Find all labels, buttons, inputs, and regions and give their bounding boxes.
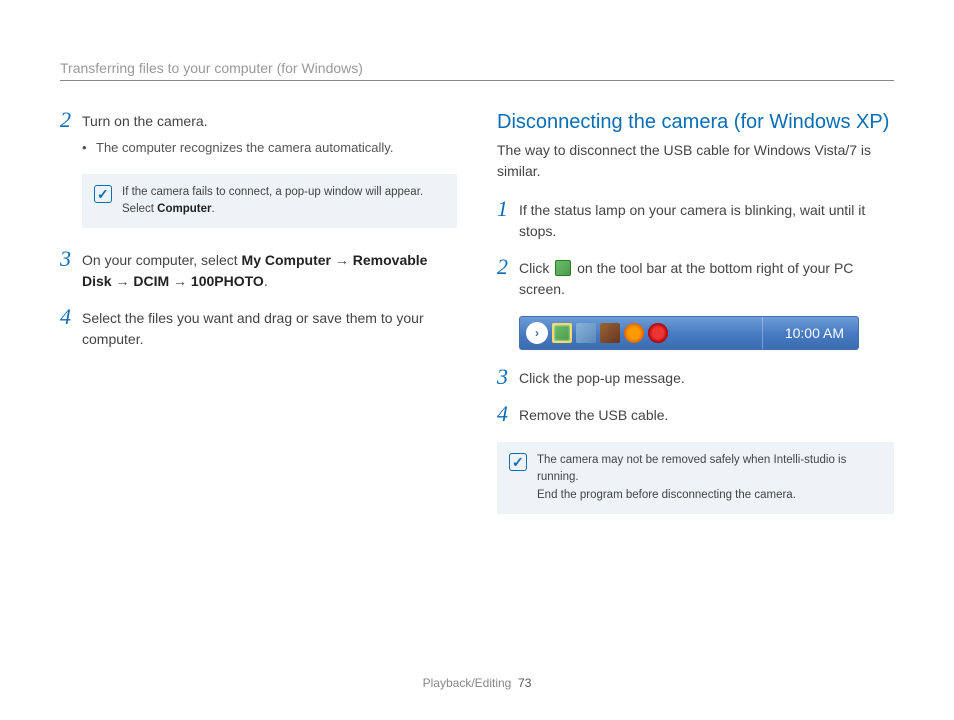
- safely-remove-icon: [555, 260, 571, 276]
- taskbar-screenshot: › 10:00 AM: [519, 316, 859, 350]
- r-s2-a: Click: [519, 260, 553, 276]
- note-box-right: The camera may not be removed safely whe…: [497, 442, 894, 514]
- r-step-3: 3 Click the pop-up message.: [497, 368, 894, 389]
- note-text: The camera may not be removed safely whe…: [537, 452, 882, 504]
- s3-a: On your computer, select: [82, 252, 242, 268]
- page-footer: Playback/Editing 73: [0, 676, 954, 690]
- note-line1: If the camera fails to connect, a pop-up…: [122, 186, 423, 198]
- step-text: Click the pop-up message.: [519, 368, 894, 389]
- step-number: 1: [497, 198, 519, 220]
- s3-b4: 100PHOTO: [191, 273, 264, 289]
- tray-icon-3: [624, 323, 644, 343]
- note-icon: [509, 453, 527, 471]
- step-number: 3: [497, 366, 519, 388]
- content-columns: 2 Turn on the camera. • The computer rec…: [60, 111, 894, 536]
- r-note-l1: The camera may not be removed safely whe…: [537, 454, 846, 483]
- left-column: 2 Turn on the camera. • The computer rec…: [60, 111, 457, 536]
- s3-b3: DCIM: [133, 273, 169, 289]
- step-text: If the status lamp on your camera is bli…: [519, 200, 894, 242]
- section-title: Disconnecting the camera (for Windows XP…: [497, 111, 894, 134]
- tray-icons: [552, 323, 668, 343]
- step-number: 2: [60, 109, 82, 131]
- r-step-4: 4 Remove the USB cable.: [497, 405, 894, 426]
- note-bold: Computer: [157, 203, 211, 215]
- section-subtitle: The way to disconnect the USB cable for …: [497, 140, 894, 182]
- step-text: Turn on the camera. • The computer recog…: [82, 111, 457, 158]
- step-number: 4: [60, 306, 82, 328]
- r-note-l2: End the program before disconnecting the…: [537, 489, 796, 501]
- r-step-2: 2 Click on the tool bar at the bottom ri…: [497, 258, 894, 300]
- step-4: 4 Select the files you want and drag or …: [60, 308, 457, 350]
- step-text: On your computer, select My Computer → R…: [82, 250, 457, 292]
- tray-icon-4: [648, 323, 668, 343]
- step-text: Remove the USB cable.: [519, 405, 894, 426]
- note-icon: [94, 185, 112, 203]
- s3-b1: My Computer: [242, 252, 331, 268]
- footer-section: Playback/Editing: [423, 676, 512, 690]
- s3-ar3: →: [169, 273, 191, 289]
- taskbar-clock: 10:00 AM: [762, 317, 858, 349]
- step-text: Click on the tool bar at the bottom righ…: [519, 258, 894, 300]
- tray-icon-2: [600, 323, 620, 343]
- note-line2c: .: [211, 203, 214, 215]
- page-header: Transferring files to your computer (for…: [60, 60, 894, 81]
- step-2-text: Turn on the camera.: [82, 113, 208, 129]
- step-2-bullet: • The computer recognizes the camera aut…: [82, 138, 457, 158]
- step-2: 2 Turn on the camera. • The computer rec…: [60, 111, 457, 158]
- safely-remove-tray-icon: [552, 323, 572, 343]
- s3-ar2: →: [112, 273, 134, 289]
- bullet-text: The computer recognizes the camera autom…: [96, 138, 393, 158]
- step-number: 2: [497, 256, 519, 278]
- r-step-1: 1 If the status lamp on your camera is b…: [497, 200, 894, 242]
- step-number: 4: [497, 403, 519, 425]
- note-box-left: If the camera fails to connect, a pop-up…: [82, 174, 457, 229]
- taskbar-expand-icon: ›: [526, 322, 548, 344]
- tray-icon-1: [576, 323, 596, 343]
- right-column: Disconnecting the camera (for Windows XP…: [497, 111, 894, 536]
- step-text: Select the files you want and drag or sa…: [82, 308, 457, 350]
- s3-ar1: →: [331, 252, 353, 268]
- note-line2a: Select: [122, 203, 157, 215]
- bullet-mark: •: [82, 138, 96, 158]
- step-3: 3 On your computer, select My Computer →…: [60, 250, 457, 292]
- note-text: If the camera fails to connect, a pop-up…: [122, 184, 423, 219]
- step-number: 3: [60, 248, 82, 270]
- page-number: 73: [518, 676, 531, 690]
- s3-p: .: [264, 273, 268, 289]
